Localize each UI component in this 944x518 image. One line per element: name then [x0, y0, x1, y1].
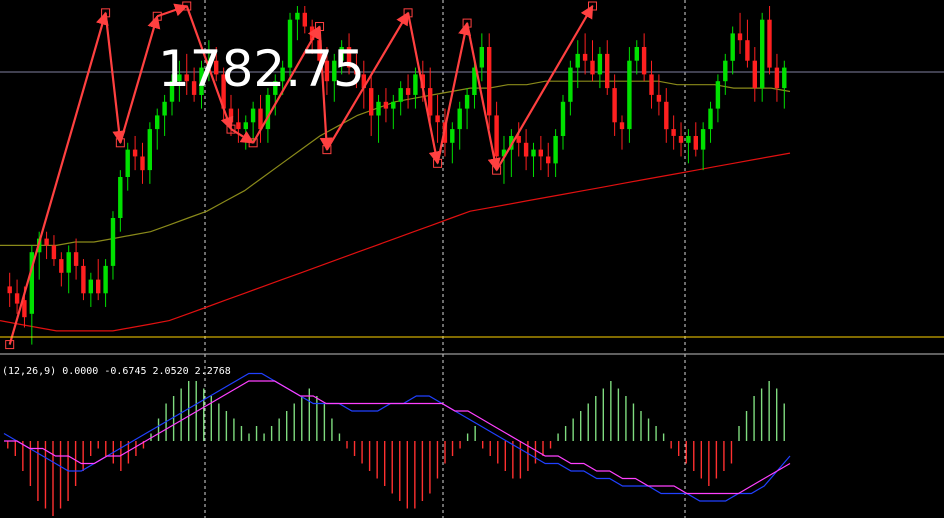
candle-body — [302, 12, 307, 27]
candle-body — [782, 67, 787, 89]
candle-body — [44, 238, 49, 246]
candle-body — [575, 53, 580, 68]
candle-body — [656, 94, 662, 102]
candle-body — [671, 129, 676, 136]
candle-body — [546, 156, 551, 164]
candle-body — [531, 149, 536, 157]
candle-body — [125, 149, 130, 177]
candle-body — [59, 259, 64, 273]
candle-body — [767, 19, 772, 68]
candle-body — [737, 33, 743, 41]
candle-body — [457, 108, 462, 130]
candle-body — [760, 19, 765, 89]
candle-body — [435, 115, 440, 123]
candle-body — [479, 47, 484, 68]
candle-body — [723, 60, 728, 82]
chart-background — [0, 0, 944, 518]
candle-body — [538, 149, 543, 157]
candle-body — [745, 40, 750, 61]
candle-body — [250, 108, 256, 123]
candle-body — [752, 60, 757, 89]
candle-body — [398, 88, 403, 102]
candle-body — [560, 101, 566, 136]
candle-body — [73, 252, 79, 266]
candle-body — [110, 218, 116, 266]
candle-body — [81, 265, 86, 294]
price-marker-label: 1782.75 — [158, 40, 365, 98]
candle-body — [14, 293, 20, 304]
candle-body — [265, 94, 271, 130]
candle-body — [634, 47, 639, 61]
candle-body — [523, 142, 529, 157]
candle-body — [243, 122, 248, 130]
macd-indicator-label: (12,26,9) 0.0000 -0.6745 2.0520 2.2768 — [2, 366, 231, 377]
candle-body — [405, 88, 411, 95]
candle-body — [597, 53, 603, 75]
candle-body — [118, 177, 123, 218]
candle-body — [88, 279, 93, 294]
candle-body — [568, 67, 573, 102]
candle-body — [641, 47, 647, 75]
candle-body — [664, 101, 669, 130]
candle-body — [391, 101, 396, 109]
candle-body — [678, 136, 684, 143]
candle-body — [649, 74, 654, 95]
candle-body — [96, 279, 101, 294]
candle-body — [376, 101, 381, 116]
candle-body — [383, 101, 389, 109]
candle-body — [155, 115, 160, 130]
candle-body — [103, 265, 108, 294]
candle-body — [708, 108, 713, 130]
candle-body — [51, 245, 57, 260]
candle-body — [612, 88, 617, 123]
candle-body — [774, 67, 780, 89]
candle-body — [66, 252, 71, 273]
candle-body — [413, 74, 418, 95]
candle-body — [228, 108, 234, 123]
candle-body — [295, 12, 300, 20]
candle-body — [730, 33, 735, 61]
candle-body — [590, 60, 595, 75]
candle-body — [494, 115, 499, 157]
candle-body — [627, 60, 632, 130]
candle-body — [605, 53, 610, 89]
candle-body — [162, 101, 167, 116]
candle-body — [686, 136, 691, 143]
candle-body — [464, 94, 470, 109]
candle-body — [553, 136, 558, 164]
candle-body — [236, 122, 241, 130]
candle-body — [132, 149, 138, 157]
candle-body — [140, 156, 145, 171]
candle-body — [700, 129, 706, 150]
candle-body — [147, 129, 152, 171]
candle-body — [7, 286, 12, 294]
candle-body — [715, 81, 721, 109]
candle-body — [619, 122, 625, 130]
candle-body — [428, 88, 433, 116]
candle-body — [582, 53, 588, 61]
candle-body — [487, 47, 492, 116]
chart-canvas: 1782.75 (12,26,9) 0.0000 -0.6745 2.0520 … — [0, 0, 944, 518]
candle-body — [369, 88, 374, 116]
candle-body — [450, 129, 455, 143]
candle-body — [693, 136, 698, 150]
